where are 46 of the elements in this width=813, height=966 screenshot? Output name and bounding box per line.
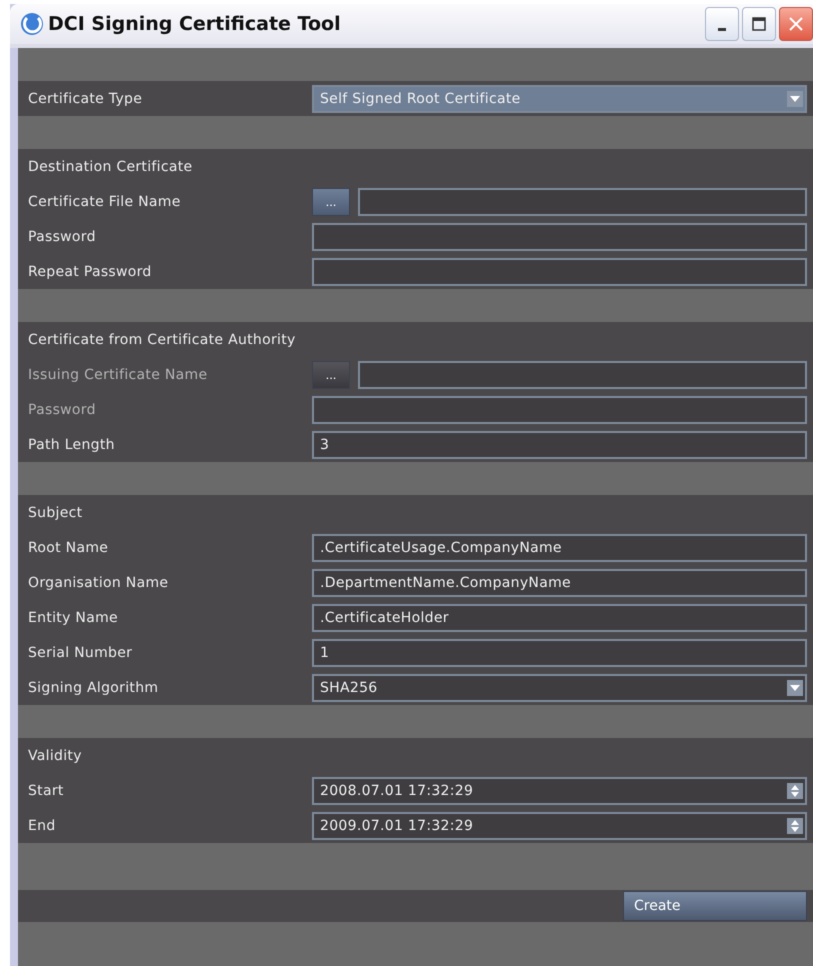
minimize-icon <box>718 28 726 30</box>
spinner-field[interactable]: 2008.07.01 17:32:29 <box>312 776 807 804</box>
input-field[interactable]: .DepartmentName.CompanyName <box>312 568 807 596</box>
section-heading: Destination Certificate <box>28 158 192 174</box>
field-label: Repeat Password <box>28 264 153 280</box>
field-label: Start <box>28 782 65 798</box>
field-label: Serial Number <box>28 644 134 660</box>
input-field[interactable]: 3 <box>312 430 807 458</box>
browse-button[interactable]: ... <box>312 188 350 216</box>
spinner-arrows-icon <box>787 782 803 798</box>
create-button[interactable]: Create <box>623 891 807 921</box>
maximize-button[interactable] <box>742 7 776 41</box>
input-field[interactable] <box>358 188 807 216</box>
input-field[interactable] <box>312 222 807 250</box>
field-label: Issuing Certificate Name <box>28 366 208 382</box>
section-heading: Subject <box>28 504 82 520</box>
dropdown[interactable]: SHA256 <box>312 674 807 702</box>
spinner-field[interactable]: 2009.07.01 17:32:29 <box>312 812 807 840</box>
input-field[interactable] <box>312 258 807 286</box>
input-field[interactable] <box>312 396 807 424</box>
spinner-value: 2009.07.01 17:32:29 <box>320 818 474 834</box>
field-label: End <box>28 818 57 834</box>
input-field[interactable]: 1 <box>312 638 807 666</box>
input-field[interactable]: .CertificateUsage.CompanyName <box>312 534 807 562</box>
spinner-value: 2008.07.01 17:32:29 <box>320 782 474 798</box>
dropdown[interactable]: Self Signed Root Certificate <box>312 84 807 112</box>
input-field[interactable] <box>358 360 807 388</box>
section-heading: Validity <box>28 748 82 764</box>
field-label: Entity Name <box>28 610 119 626</box>
window-title: DCI Signing Certificate Tool <box>48 13 342 35</box>
section-heading: Certificate from Certificate Authority <box>28 332 296 348</box>
field-label: Password <box>28 402 97 418</box>
field-label: Certificate Type <box>28 90 144 106</box>
field-label: Root Name <box>28 540 110 556</box>
close-button[interactable] <box>779 7 813 41</box>
field-label: Path Length <box>28 436 116 452</box>
spinner-arrows-icon <box>787 818 803 834</box>
field-label: Password <box>28 228 97 244</box>
minimize-button[interactable] <box>705 7 739 41</box>
field-label: Signing Algorithm <box>28 680 160 696</box>
field-label: Organisation Name <box>28 574 170 590</box>
field-label: Certificate File Name <box>28 194 182 210</box>
dropdown-value: Self Signed Root Certificate <box>320 90 522 106</box>
input-field[interactable]: .CertificateHolder <box>312 604 807 632</box>
app-logo-icon <box>20 12 44 36</box>
dropdown-value: SHA256 <box>320 680 379 696</box>
